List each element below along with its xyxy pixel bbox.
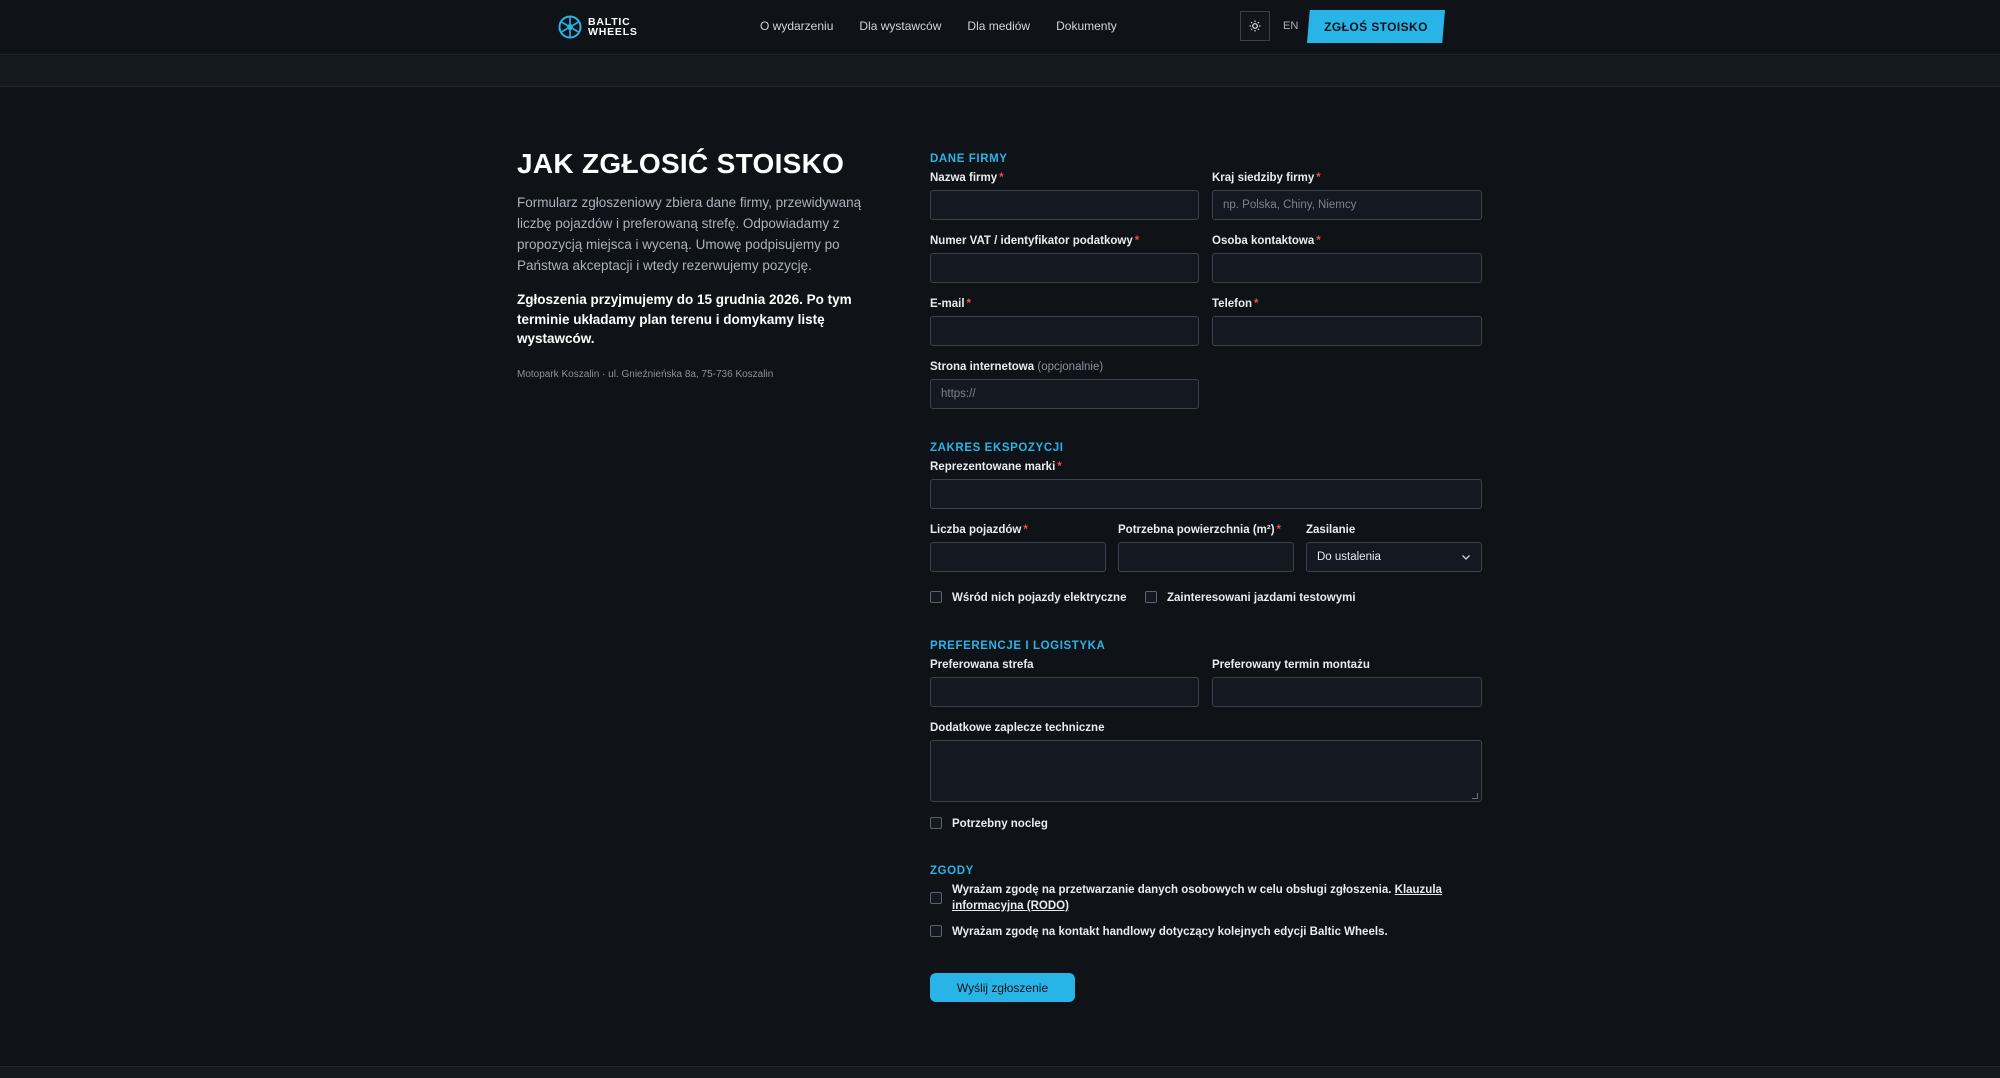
label-email: E-mail * xyxy=(930,298,971,310)
label-text: Liczba pojazdów xyxy=(930,524,1022,536)
required-marker: * xyxy=(966,298,971,310)
label-tech: Dodatkowe zaplecze techniczne xyxy=(930,722,1104,734)
website-input[interactable] xyxy=(930,379,1199,409)
intro-section: JAK ZGŁOSIĆ STOISKO Formularz zgłoszenio… xyxy=(517,146,877,380)
mount-date-input[interactable] xyxy=(1212,677,1482,707)
lodging-checkbox-label: Potrzebny nocleg xyxy=(952,818,1048,830)
optional-marker: (opcjonalnie) xyxy=(1037,361,1104,373)
footer-strip xyxy=(0,1066,2000,1078)
label-text: Potrzebna powierzchnia (m²) xyxy=(1118,524,1275,536)
label-contact-person: Osoba kontaktowa * xyxy=(1212,235,1321,247)
label-text: Numer VAT / identyfikator podatkowy xyxy=(930,235,1133,247)
ev-checkbox-label: Wśród nich pojazdy elektryczne xyxy=(952,592,1127,604)
marketing-checkbox-row[interactable]: Wyrażam zgodę na kontakt handlowy dotycz… xyxy=(930,924,1388,940)
venue-address: Motopark Koszalin · ul. Gnieźnieńska 8a,… xyxy=(517,368,774,380)
label-vat: Numer VAT / identyfikator podatkowy * xyxy=(930,235,1139,247)
vehicle-count-input[interactable] xyxy=(930,542,1106,572)
main-nav: O wydarzeniu Dla wystawców Dla mediów Do… xyxy=(760,19,1117,33)
wheel-logo-icon xyxy=(558,15,582,39)
submit-button[interactable]: Wyślij zgłoszenie xyxy=(930,973,1075,1002)
label-text: E-mail xyxy=(930,298,965,310)
sun-icon xyxy=(1249,20,1261,32)
label-text: Strona internetowa xyxy=(930,361,1035,373)
logo-line-2: WHEELS xyxy=(588,26,638,38)
label-text: Dodatkowe zaplecze techniczne xyxy=(930,722,1105,734)
ev-checkbox-row[interactable]: Wśród nich pojazdy elektryczne xyxy=(930,590,1126,606)
chevron-down-icon xyxy=(1462,555,1470,560)
section-title-consents: ZGODY xyxy=(930,865,974,877)
label-phone: Telefon * xyxy=(1212,298,1259,310)
label-text: Preferowany termin montażu xyxy=(1212,659,1370,671)
power-select-value: Do ustalenia xyxy=(1317,551,1381,563)
label-text: Zasilanie xyxy=(1306,524,1356,536)
required-marker: * xyxy=(1316,235,1321,247)
intro-deadline: Zgłoszenia przyjmujemy do 15 grudnia 202… xyxy=(517,292,852,346)
required-marker: * xyxy=(1023,524,1028,536)
top-navigation-bar: BALTIC WHEELS O wydarzeniu Dla wystawców… xyxy=(0,0,2000,55)
label-power: Zasilanie xyxy=(1306,524,1355,536)
tech-textarea[interactable] xyxy=(930,740,1482,802)
test-drive-checkbox[interactable] xyxy=(1145,591,1157,603)
contact-person-input[interactable] xyxy=(1212,253,1482,283)
country-input[interactable] xyxy=(1212,190,1482,220)
nav-link-exhibitors[interactable]: Dla wystawców xyxy=(859,19,941,33)
nav-link-about[interactable]: O wydarzeniu xyxy=(760,19,833,33)
label-text: Nazwa firmy xyxy=(930,172,998,184)
label-mount-date: Preferowany termin montażu xyxy=(1212,659,1370,671)
page-title: JAK ZGŁOSIĆ STOISKO xyxy=(517,148,845,179)
gdpr-checkbox[interactable] xyxy=(930,892,942,904)
marketing-checkbox-label: Wyrażam zgodę na kontakt handlowy dotycz… xyxy=(952,926,1388,938)
area-input[interactable] xyxy=(1118,542,1294,572)
marketing-checkbox[interactable] xyxy=(930,925,942,937)
theme-toggle-button[interactable] xyxy=(1240,11,1270,41)
email-input[interactable] xyxy=(930,316,1199,346)
label-website: Strona internetowa (opcjonalnie) xyxy=(930,361,1103,373)
section-title-logistics: PREFERENCJE I LOGISTYKA xyxy=(930,640,1106,652)
test-drive-checkbox-label: Zainteresowani jazdami testowymi xyxy=(1167,592,1356,604)
lodging-checkbox-row[interactable]: Potrzebny nocleg xyxy=(930,816,1048,832)
required-marker: * xyxy=(1276,524,1282,536)
required-marker: * xyxy=(1134,235,1140,247)
section-title-company: DANE FIRMY xyxy=(930,153,1008,165)
nav-link-media[interactable]: Dla mediów xyxy=(967,19,1030,33)
register-stand-button[interactable]: ZGŁOŚ STOISKO xyxy=(1307,10,1445,43)
power-select[interactable]: Do ustalenia xyxy=(1306,542,1482,572)
label-vehicles: Liczba pojazdów * xyxy=(930,524,1028,536)
required-marker: * xyxy=(1316,172,1321,184)
language-switch[interactable]: EN xyxy=(1283,20,1298,32)
zone-input[interactable] xyxy=(930,677,1199,707)
label-text: Kraj siedziby firmy xyxy=(1212,172,1315,184)
required-marker: * xyxy=(999,172,1004,184)
label-text: Reprezentowane marki xyxy=(930,461,1056,473)
intro-lead: Formularz zgłoszeniowy zbiera dane firmy… xyxy=(517,195,862,273)
logo-text: BALTIC WHEELS xyxy=(588,17,638,38)
label-zone: Preferowana strefa xyxy=(930,659,1034,671)
section-title-exhibit: ZAKRES EKSPOZYCJI xyxy=(930,442,1064,454)
gdpr-checkbox-row[interactable]: Wyrażam zgodę na przetwarzanie danych os… xyxy=(930,882,1450,914)
required-marker: * xyxy=(1254,298,1259,310)
label-company-name: Nazwa firmy * xyxy=(930,172,1004,184)
nav-link-documents[interactable]: Dokumenty xyxy=(1056,19,1117,33)
gdpr-checkbox-label: Wyrażam zgodę na przetwarzanie danych os… xyxy=(952,882,1450,914)
test-drive-checkbox-row[interactable]: Zainteresowani jazdami testowymi xyxy=(1145,590,1356,606)
ev-checkbox[interactable] xyxy=(930,591,942,603)
company-name-input[interactable] xyxy=(930,190,1199,220)
label-area: Potrzebna powierzchnia (m²) * xyxy=(1118,524,1281,536)
logo[interactable]: BALTIC WHEELS xyxy=(558,14,638,40)
vat-input[interactable] xyxy=(930,253,1199,283)
label-country: Kraj siedziby firmy * xyxy=(1212,172,1321,184)
label-brands: Reprezentowane marki * xyxy=(930,461,1062,473)
lodging-checkbox[interactable] xyxy=(930,817,942,829)
sub-header-strip xyxy=(0,56,2000,87)
gdpr-text: Wyrażam zgodę na przetwarzanie danych os… xyxy=(952,884,1392,896)
label-text: Telefon xyxy=(1212,298,1253,310)
phone-input[interactable] xyxy=(1212,316,1482,346)
label-text: Preferowana strefa xyxy=(930,659,1034,671)
resize-handle[interactable] xyxy=(1472,793,1478,799)
brands-input[interactable] xyxy=(930,479,1482,509)
label-text: Osoba kontaktowa xyxy=(1212,235,1315,247)
required-marker: * xyxy=(1057,461,1062,473)
